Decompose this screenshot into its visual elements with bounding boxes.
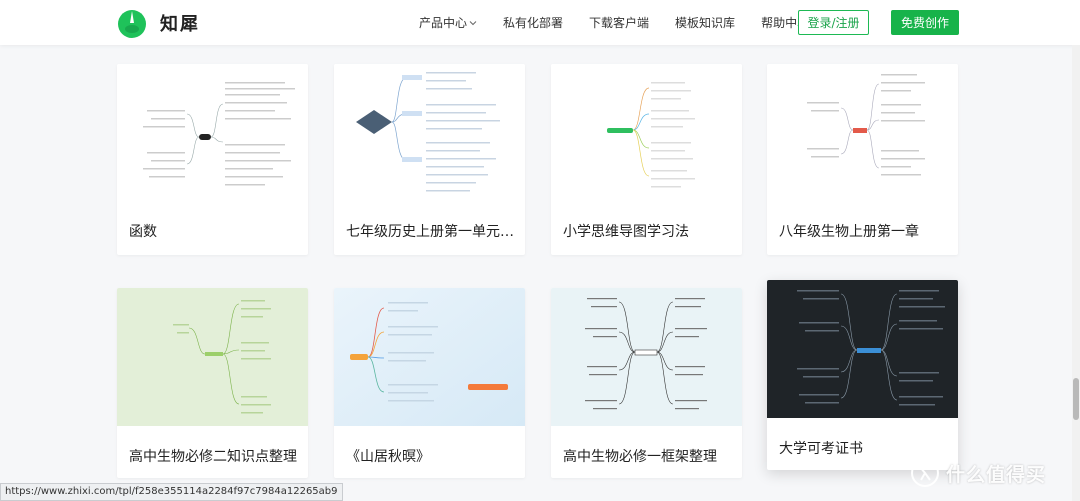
- mindmap-thumbnail: [334, 64, 525, 202]
- watermark: 什么值得买: [910, 458, 1046, 488]
- template-card[interactable]: 《山居秋暝》: [334, 288, 525, 478]
- nav-template-library[interactable]: 模板知识库: [675, 14, 735, 31]
- page-scrollbar[interactable]: [1072, 45, 1080, 501]
- status-bar-url: https://www.zhixi.com/tpl/f258e355114a22…: [0, 483, 343, 501]
- nav-label: 产品中心: [419, 16, 468, 30]
- brand-name: 知犀: [160, 14, 200, 35]
- template-card[interactable]: 高中生物必修一框架整理: [551, 288, 742, 478]
- card-title: 高中生物必修二知识点整理: [129, 449, 297, 465]
- card-title: 小学思维导图学习法: [563, 224, 689, 240]
- zhi-logo-icon: [911, 459, 939, 487]
- nav-product-center[interactable]: 产品中心: [419, 14, 477, 31]
- card-title: 大学可考证书: [779, 441, 863, 457]
- nav-label: 私有化部署: [503, 16, 564, 30]
- brand-logo[interactable]: 知犀: [116, 7, 200, 39]
- nav-label: 模板知识库: [675, 16, 736, 30]
- template-card[interactable]: 大学可考证书: [767, 280, 958, 470]
- mindmap-thumbnail: [551, 288, 742, 426]
- template-card[interactable]: 函数: [117, 64, 308, 255]
- nav-label: 下载客户端: [589, 16, 650, 30]
- chevron-down-icon: [469, 20, 477, 25]
- mindmap-thumbnail: [767, 280, 958, 418]
- card-title: 《山居秋暝》: [346, 449, 430, 465]
- mindmap-thumbnail: [551, 64, 742, 202]
- template-card[interactable]: 八年级生物上册第一章: [767, 64, 958, 255]
- card-title: 高中生物必修一框架整理: [563, 449, 717, 465]
- card-title: 函数: [129, 224, 157, 240]
- mindmap-thumbnail: [117, 64, 308, 202]
- scrollbar-thumb[interactable]: [1073, 378, 1079, 420]
- main-nav: 产品中心 私有化部署 下载客户端 模板知识库 帮助中心: [419, 0, 835, 45]
- template-card[interactable]: 七年级历史上册第一单元史…: [334, 64, 525, 255]
- watermark-text: 什么值得买: [946, 463, 1047, 486]
- mindmap-thumbnail: [334, 288, 525, 426]
- card-title: 七年级历史上册第一单元史…: [346, 224, 514, 240]
- rhino-logo-icon: [118, 10, 146, 38]
- top-header: 知犀 产品中心 私有化部署 下载客户端 模板知识库 帮助中心 登录/注册 免费创…: [0, 0, 1080, 45]
- free-create-button[interactable]: 免费创作: [891, 10, 959, 35]
- template-card[interactable]: 高中生物必修二知识点整理: [117, 288, 308, 478]
- nav-download-client[interactable]: 下载客户端: [589, 14, 649, 31]
- mindmap-thumbnail: [767, 64, 958, 202]
- card-title: 八年级生物上册第一章: [779, 224, 919, 240]
- mindmap-thumbnail: [117, 288, 308, 426]
- template-card[interactable]: 小学思维导图学习法: [551, 64, 742, 255]
- nav-private-deploy[interactable]: 私有化部署: [503, 14, 563, 31]
- login-register-button[interactable]: 登录/注册: [798, 10, 869, 35]
